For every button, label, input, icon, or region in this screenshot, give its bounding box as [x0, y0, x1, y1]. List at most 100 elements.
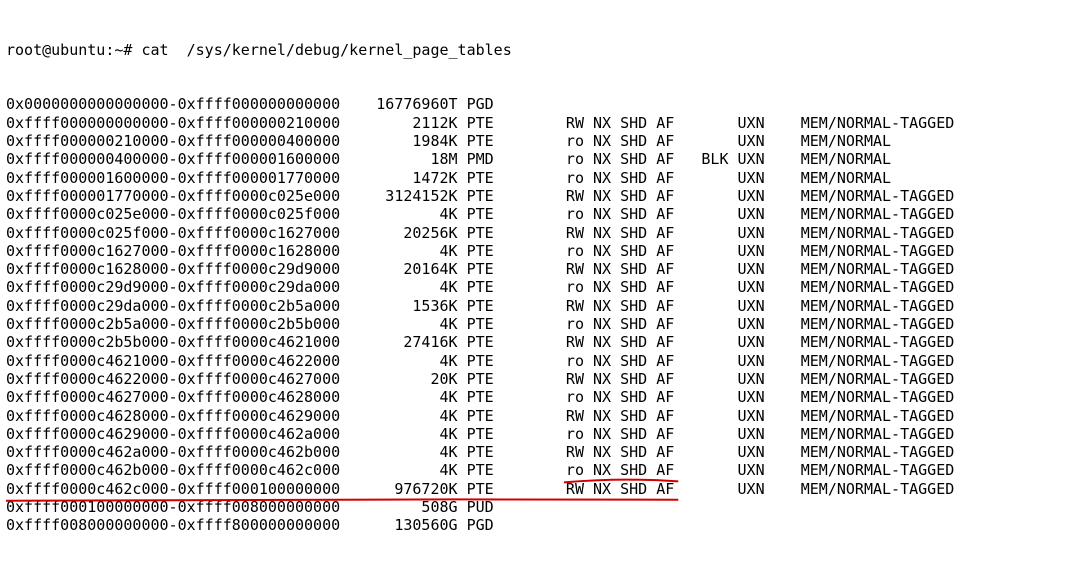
table-row: 0xffff0000c025f000-0xffff0000c1627000 20… — [6, 224, 1074, 242]
table-row: 0xffff000000000000-0xffff000000210000 21… — [6, 114, 1074, 132]
addr-range: 0xffff0000c1628000-0xffff0000c29d9000 — [6, 260, 349, 278]
block-flag: UXN — [692, 333, 764, 351]
region-size: 976720K — [349, 480, 466, 498]
entry-type: PTE — [467, 114, 503, 132]
entry-type: PTE — [467, 315, 503, 333]
entry-type: PTE — [467, 407, 503, 425]
memory-attr: MEM/NORMAL-TAGGED — [801, 315, 955, 333]
permissions: RW NX SHD AF — [566, 407, 692, 425]
entry-type: PTE — [467, 388, 503, 406]
permissions: ro NX SHD AF — [566, 461, 692, 479]
table-row: 0xffff0000c4629000-0xffff0000c462a000 4K… — [6, 425, 1074, 443]
addr-range: 0xffff000000210000-0xffff000000400000 — [6, 132, 349, 150]
entry-type: PTE — [467, 187, 503, 205]
memory-attr: MEM/NORMAL-TAGGED — [801, 260, 955, 278]
block-flag: UXN — [692, 315, 764, 333]
block-flag: UXN — [692, 443, 764, 461]
entry-type: PTE — [467, 242, 503, 260]
addr-range: 0xffff0000c4621000-0xffff0000c4622000 — [6, 352, 349, 370]
entry-type: PMD — [467, 150, 503, 168]
addr-range: 0xffff0000c4627000-0xffff0000c4628000 — [6, 388, 349, 406]
prompt-cwd: :~# — [105, 41, 132, 59]
table-row: 0xffff000001770000-0xffff0000c025e000 31… — [6, 187, 1074, 205]
entry-type: PTE — [467, 278, 503, 296]
permissions: ro NX SHD AF — [566, 388, 692, 406]
entry-type: PTE — [467, 333, 503, 351]
entry-type: PTE — [467, 370, 503, 388]
table-row: 0xffff0000c025e000-0xffff0000c025f000 4K… — [6, 205, 1074, 223]
addr-range: 0xffff0000c2b5b000-0xffff0000c4621000 — [6, 333, 349, 351]
entry-type: PTE — [467, 205, 503, 223]
prompt-line: root@ubuntu:~# cat /sys/kernel/debug/ker… — [6, 41, 1074, 59]
table-row: 0xffff0000c462a000-0xffff0000c462b000 4K… — [6, 443, 1074, 461]
addr-range: 0xffff000000000000-0xffff000000210000 — [6, 114, 349, 132]
region-size: 2112K — [349, 114, 466, 132]
permissions: RW NX SHD AF — [566, 480, 692, 498]
table-row: 0xffff0000c4627000-0xffff0000c4628000 4K… — [6, 388, 1074, 406]
block-flag: UXN — [692, 425, 764, 443]
memory-attr: MEM/NORMAL-TAGGED — [801, 205, 955, 223]
block-flag: UXN — [692, 352, 764, 370]
permissions: ro NX SHD AF — [566, 150, 692, 168]
block-flag: BLK UXN — [692, 150, 764, 168]
table-row: 0xffff0000c4628000-0xffff0000c4629000 4K… — [6, 407, 1074, 425]
addr-range: 0xffff0000c29da000-0xffff0000c2b5a000 — [6, 297, 349, 315]
entry-type: PTE — [467, 443, 503, 461]
addr-range: 0xffff0000c29d9000-0xffff0000c29da000 — [6, 278, 349, 296]
block-flag: UXN — [692, 205, 764, 223]
entry-type: PTE — [467, 425, 503, 443]
prompt-command: cat /sys/kernel/debug/kernel_page_tables — [141, 41, 511, 59]
block-flag: UXN — [692, 132, 764, 150]
block-flag: UXN — [692, 297, 764, 315]
permissions: ro NX SHD AF — [566, 205, 692, 223]
region-size: 4K — [349, 407, 466, 425]
addr-range: 0xffff0000c025e000-0xffff0000c025f000 — [6, 205, 349, 223]
addr-range: 0xffff000001600000-0xffff000001770000 — [6, 169, 349, 187]
table-row: 0xffff0000c1628000-0xffff0000c29d9000 20… — [6, 260, 1074, 278]
memory-attr: MEM/NORMAL-TAGGED — [801, 187, 955, 205]
region-size: 4K — [349, 278, 466, 296]
addr-range: 0xffff0000c4628000-0xffff0000c4629000 — [6, 407, 349, 425]
block-flag: UXN — [692, 169, 764, 187]
region-size: 4K — [349, 205, 466, 223]
addr-range: 0xffff000001770000-0xffff0000c025e000 — [6, 187, 349, 205]
block-flag: UXN — [692, 388, 764, 406]
addr-range: 0xffff000100000000-0xffff008000000000 — [6, 498, 349, 516]
memory-attr: MEM/NORMAL — [801, 169, 891, 187]
table-row: 0xffff0000c1627000-0xffff0000c1628000 4K… — [6, 242, 1074, 260]
permissions: ro NX SHD AF — [566, 315, 692, 333]
memory-attr: MEM/NORMAL-TAGGED — [801, 425, 955, 443]
terminal-window[interactable]: root@ubuntu:~# cat /sys/kernel/debug/ker… — [0, 0, 1080, 575]
permissions: ro NX SHD AF — [566, 169, 692, 187]
memory-attr: MEM/NORMAL-TAGGED — [801, 443, 955, 461]
entry-type: PUD — [467, 498, 503, 516]
prompt-user-host: root@ubuntu — [6, 41, 105, 59]
addr-range: 0xffff0000c2b5a000-0xffff0000c2b5b000 — [6, 315, 349, 333]
addr-range: 0xffff0000c025f000-0xffff0000c1627000 — [6, 224, 349, 242]
addr-range: 0xffff000000400000-0xffff000001600000 — [6, 150, 349, 168]
addr-range: 0xffff008000000000-0xffff800000000000 — [6, 516, 349, 534]
region-size: 1536K — [349, 297, 466, 315]
permissions: ro NX SHD AF — [566, 278, 692, 296]
permissions: ro NX SHD AF — [566, 425, 692, 443]
region-size: 1472K — [349, 169, 466, 187]
region-size: 20256K — [349, 224, 466, 242]
memory-attr: MEM/NORMAL-TAGGED — [801, 278, 955, 296]
permissions: RW NX SHD AF — [566, 187, 692, 205]
table-row: 0xffff0000c2b5a000-0xffff0000c2b5b000 4K… — [6, 315, 1074, 333]
block-flag: UXN — [692, 114, 764, 132]
region-size: 4K — [349, 242, 466, 260]
memory-attr: MEM/NORMAL — [801, 150, 891, 168]
permissions: RW NX SHD AF — [566, 114, 692, 132]
region-size: 20164K — [349, 260, 466, 278]
memory-attr: MEM/NORMAL-TAGGED — [801, 461, 955, 479]
table-row: 0xffff0000c29d9000-0xffff0000c29da000 4K… — [6, 278, 1074, 296]
entry-type: PTE — [467, 224, 503, 242]
addr-range: 0xffff0000c462a000-0xffff0000c462b000 — [6, 443, 349, 461]
table-row: 0xffff0000c462c000-0xffff000100000000 97… — [6, 480, 1074, 498]
memory-attr: MEM/NORMAL-TAGGED — [801, 114, 955, 132]
region-size: 4K — [349, 443, 466, 461]
table-row: 0x0000000000000000-0xffff000000000000 16… — [6, 95, 1074, 113]
permissions: RW NX SHD AF — [566, 297, 692, 315]
region-size: 1984K — [349, 132, 466, 150]
